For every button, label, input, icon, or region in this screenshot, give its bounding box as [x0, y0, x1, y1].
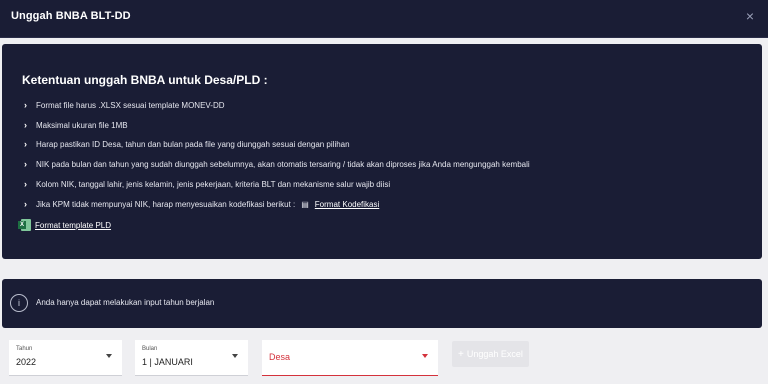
chevron-right-icon: ›: [24, 179, 27, 189]
rules-card: Ketentuan unggah BNBA untuk Desa/PLD : ›…: [2, 44, 762, 259]
rule-item: › Format file harus .XLSX sesuai templat…: [24, 100, 225, 110]
chevron-right-icon: ›: [24, 159, 27, 169]
chevron-right-icon: ›: [24, 139, 27, 149]
plus-icon: +: [458, 348, 464, 360]
dialog-header: Unggah BNBA BLT-DD ×: [0, 0, 768, 38]
dropdown-arrow-icon: [422, 354, 428, 358]
bulan-select[interactable]: Bulan 1 | JANUARI: [135, 340, 248, 376]
dropdown-arrow-icon: [232, 354, 238, 358]
template-download-row[interactable]: X Format template PLD: [18, 219, 111, 231]
notice-text: Anda hanya dapat melakukan input tahun b…: [36, 298, 215, 307]
format-template-link[interactable]: Format template PLD: [35, 221, 111, 230]
format-kodefikasi-link[interactable]: Format Kodefikasi: [315, 200, 379, 209]
close-icon[interactable]: ×: [742, 8, 758, 24]
tahun-select[interactable]: Tahun 2022: [9, 340, 122, 376]
desa-select[interactable]: Desa: [262, 340, 438, 376]
notice-banner: i Anda hanya dapat melakukan input tahun…: [2, 279, 762, 328]
dropdown-arrow-icon: [106, 354, 112, 358]
rule-item: › Jika KPM tidak mempunyai NIK, harap me…: [24, 199, 380, 209]
chevron-right-icon: ›: [24, 100, 27, 110]
document-icon: ▤: [301, 199, 309, 209]
rule-item: › Harap pastikan ID Desa, tahun dan bula…: [24, 139, 350, 149]
rule-item: › Maksimal ukuran file 1MB: [24, 120, 128, 130]
dialog-title: Unggah BNBA BLT-DD: [11, 10, 131, 22]
rule-item: › NIK pada bulan dan tahun yang sudah di…: [24, 159, 530, 169]
chevron-right-icon: ›: [24, 120, 27, 130]
rules-title: Ketentuan unggah BNBA untuk Desa/PLD :: [22, 73, 268, 87]
upload-excel-button[interactable]: + Unggah Excel: [452, 341, 529, 367]
info-icon: i: [10, 294, 28, 312]
chevron-right-icon: ›: [24, 199, 27, 209]
rule-item: › Kolom NIK, tanggal lahir, jenis kelami…: [24, 179, 391, 189]
excel-icon: X: [18, 219, 31, 231]
